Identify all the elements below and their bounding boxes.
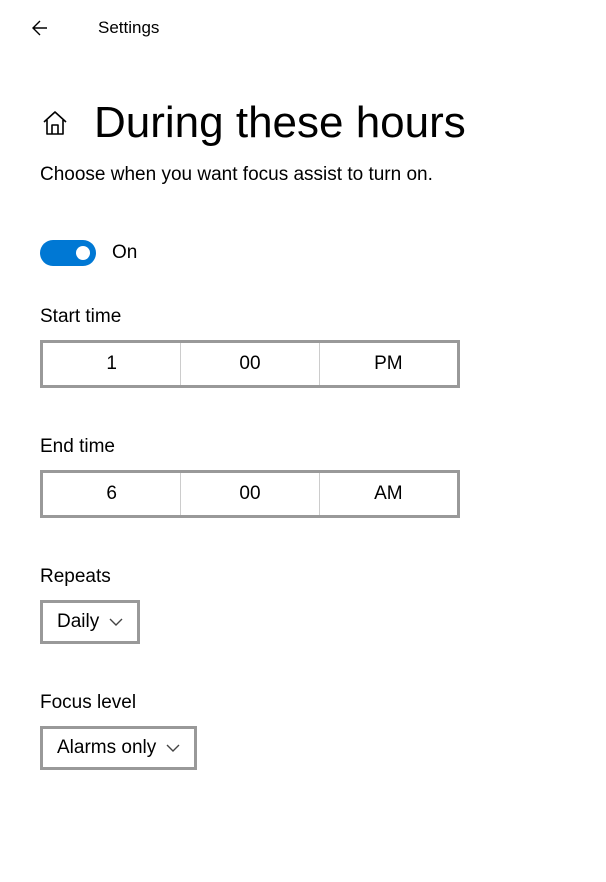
- end-time-label: End time: [40, 436, 566, 458]
- page-subtitle: Choose when you want focus assist to tur…: [40, 164, 566, 186]
- toggle-label: On: [112, 242, 137, 264]
- focus-level-label: Focus level: [40, 692, 566, 714]
- focus-assist-toggle[interactable]: [40, 240, 96, 266]
- repeats-label: Repeats: [40, 566, 566, 588]
- end-period-cell[interactable]: AM: [320, 473, 457, 515]
- repeats-value: Daily: [57, 611, 99, 633]
- back-icon[interactable]: [28, 18, 48, 38]
- chevron-down-icon: [109, 617, 123, 627]
- home-icon[interactable]: [40, 108, 70, 138]
- repeats-select[interactable]: Daily: [40, 600, 140, 644]
- start-period-cell[interactable]: PM: [320, 343, 457, 385]
- end-time-picker: 6 00 AM: [40, 470, 460, 518]
- page-title: During these hours: [94, 98, 466, 148]
- start-time-label: Start time: [40, 306, 566, 328]
- end-hour-cell[interactable]: 6: [43, 473, 181, 515]
- start-hour-cell[interactable]: 1: [43, 343, 181, 385]
- start-minute-cell[interactable]: 00: [181, 343, 319, 385]
- header-title: Settings: [98, 18, 159, 38]
- end-minute-cell[interactable]: 00: [181, 473, 319, 515]
- focus-level-value: Alarms only: [57, 737, 156, 759]
- chevron-down-icon: [166, 743, 180, 753]
- start-time-picker: 1 00 PM: [40, 340, 460, 388]
- focus-level-select[interactable]: Alarms only: [40, 726, 197, 770]
